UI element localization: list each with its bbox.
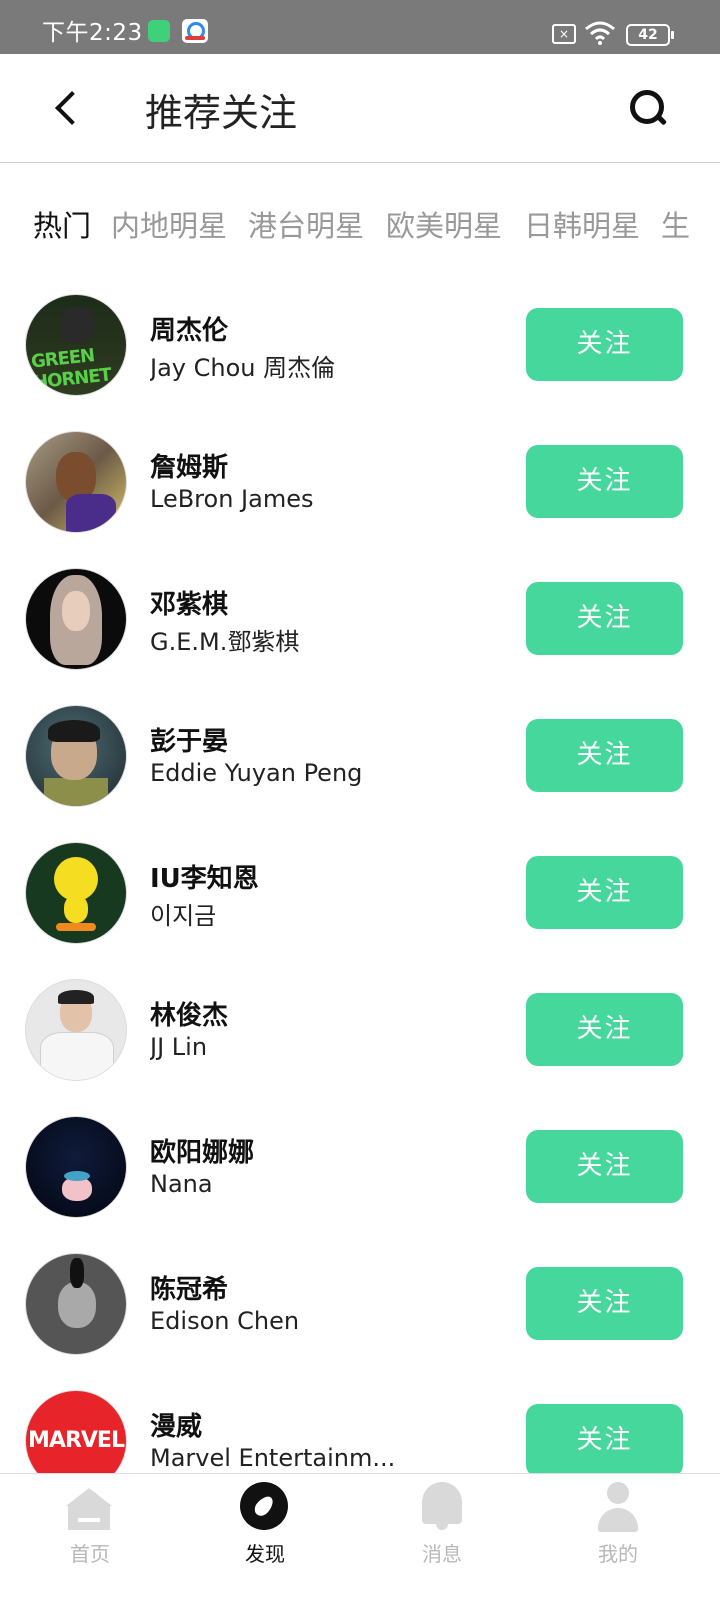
nav-label: 消息 <box>422 1542 462 1566</box>
user-subtitle: 이지금 <box>150 902 217 930</box>
list-item[interactable]: 詹姆斯 LeBron James 关注 <box>0 417 720 554</box>
avatar-logo-text: GREEN HORNET <box>30 345 112 394</box>
user-name: 欧阳娜娜 <box>150 1138 255 1168</box>
list-item[interactable]: 邓紫棋 G.E.M.鄧紫棋 关注 <box>0 554 720 691</box>
marvel-logo-text: MARVEL <box>28 1425 125 1457</box>
tab-more[interactable]: 生 <box>661 203 690 245</box>
avatar[interactable] <box>25 705 127 807</box>
avatar[interactable] <box>25 431 127 533</box>
android-notification-icon <box>148 20 170 42</box>
no-sim-icon: × <box>552 24 576 44</box>
follow-button[interactable]: 关注 <box>526 719 683 792</box>
nav-home[interactable]: 首页 <box>0 1474 180 1601</box>
wifi-icon <box>585 21 615 45</box>
user-subtitle: LeBron James <box>150 485 314 513</box>
user-name: 周杰伦 <box>150 316 229 346</box>
status-time: 下午2:23 <box>42 20 143 46</box>
user-subtitle: JJ Lin <box>150 1033 208 1061</box>
user-name: 彭于晏 <box>150 727 229 757</box>
tab-jp-kr-stars[interactable]: 日韩明星 <box>524 203 640 245</box>
list-item[interactable]: 林俊杰 JJ Lin 关注 <box>0 965 720 1102</box>
status-bar: 下午2:23 × 42 <box>0 0 720 54</box>
follow-button[interactable]: 关注 <box>526 856 683 929</box>
nav-profile[interactable]: 我的 <box>528 1474 708 1601</box>
search-icon[interactable] <box>628 88 668 128</box>
nav-label: 发现 <box>245 1542 285 1566</box>
bell-icon <box>420 1482 464 1532</box>
user-name: 漫威 <box>150 1412 203 1442</box>
nav-discover[interactable]: 发现 <box>175 1474 355 1601</box>
list-item[interactable]: IU李知恩 이지금 关注 <box>0 828 720 965</box>
avatar[interactable] <box>25 1116 127 1218</box>
user-subtitle: Nana <box>150 1170 213 1198</box>
recommend-list: GREEN HORNET 周杰伦 Jay Chou 周杰倫 关注 詹姆斯 LeB… <box>0 280 720 1500</box>
user-subtitle: Edison Chen <box>150 1307 300 1335</box>
user-subtitle: G.E.M.鄧紫棋 <box>150 628 300 656</box>
follow-button[interactable]: 关注 <box>526 1130 683 1203</box>
list-item[interactable]: 陈冠希 Edison Chen 关注 <box>0 1239 720 1376</box>
avatar[interactable] <box>25 1253 127 1355</box>
user-name: IU李知恩 <box>150 864 259 894</box>
user-name: 林俊杰 <box>150 1001 229 1031</box>
tab-hot[interactable]: 热门 <box>33 203 91 245</box>
user-icon <box>596 1482 640 1532</box>
follow-button[interactable]: 关注 <box>526 1267 683 1340</box>
user-name: 邓紫棋 <box>150 590 229 620</box>
user-subtitle: Marvel Entertainm... <box>150 1444 396 1472</box>
list-item[interactable]: 彭于晏 Eddie Yuyan Peng 关注 <box>0 691 720 828</box>
tab-western-stars[interactable]: 欧美明星 <box>386 203 502 245</box>
compass-icon <box>240 1482 288 1530</box>
app-notification-icon <box>182 19 208 43</box>
follow-button[interactable]: 关注 <box>526 308 683 381</box>
avatar[interactable]: GREEN HORNET <box>25 294 127 396</box>
header: 推荐关注 <box>0 54 720 163</box>
battery-icon: 42 <box>626 24 674 46</box>
back-icon[interactable] <box>48 84 88 132</box>
home-icon <box>66 1488 112 1532</box>
bottom-nav: 首页 发现 消息 我的 <box>0 1473 720 1601</box>
user-subtitle: Jay Chou 周杰倫 <box>150 354 336 382</box>
user-name: 詹姆斯 <box>150 453 229 483</box>
tab-hk-tw-stars[interactable]: 港台明星 <box>248 203 364 245</box>
avatar[interactable] <box>25 842 127 944</box>
follow-button[interactable]: 关注 <box>526 993 683 1066</box>
tab-mainland-stars[interactable]: 内地明星 <box>111 203 227 245</box>
nav-label: 首页 <box>70 1542 110 1566</box>
avatar[interactable] <box>25 568 127 670</box>
follow-button[interactable]: 关注 <box>526 445 683 518</box>
follow-button[interactable]: 关注 <box>526 582 683 655</box>
user-name: 陈冠希 <box>150 1275 229 1305</box>
category-tabs: 热门 内地明星 港台明星 欧美明星 日韩明星 生 <box>0 195 720 255</box>
list-item[interactable]: 欧阳娜娜 Nana 关注 <box>0 1102 720 1239</box>
list-item[interactable]: GREEN HORNET 周杰伦 Jay Chou 周杰倫 关注 <box>0 280 720 417</box>
avatar[interactable] <box>25 979 127 1081</box>
nav-label: 我的 <box>598 1542 638 1566</box>
user-subtitle: Eddie Yuyan Peng <box>150 759 363 787</box>
nav-messages[interactable]: 消息 <box>352 1474 532 1601</box>
page-title: 推荐关注 <box>145 91 298 135</box>
follow-button[interactable]: 关注 <box>526 1404 683 1477</box>
